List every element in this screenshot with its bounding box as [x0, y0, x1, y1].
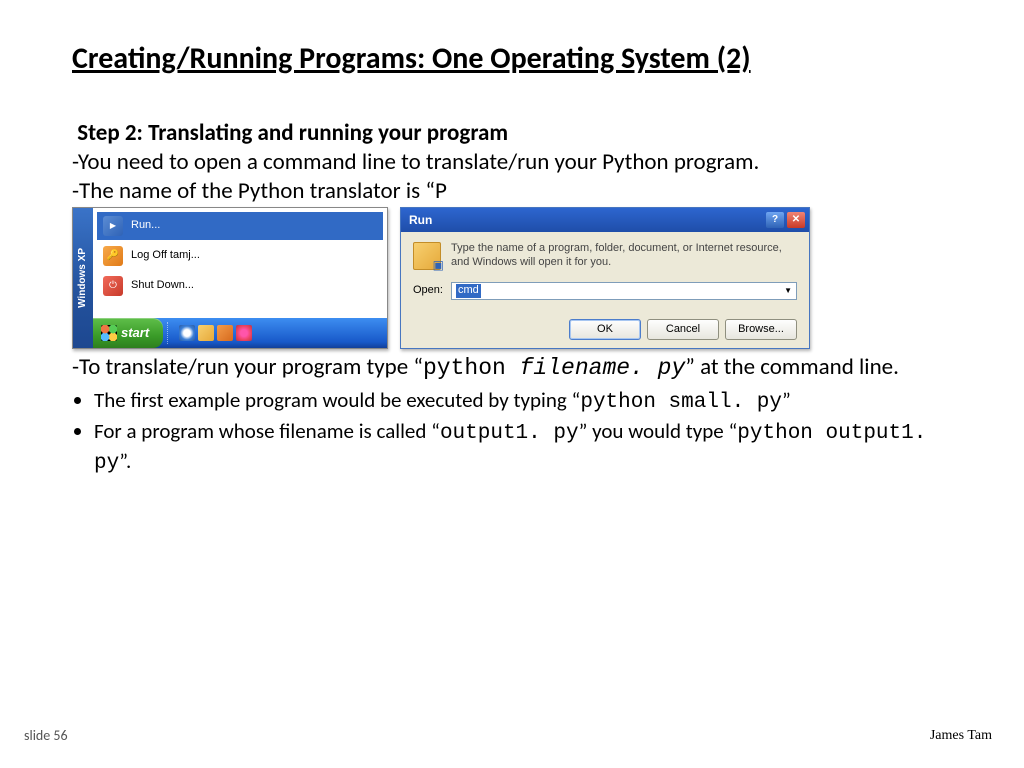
shutdown-icon: [103, 276, 123, 296]
browse-button[interactable]: Browse...: [725, 319, 797, 340]
quick-launch: [175, 325, 256, 341]
run-icon: [103, 216, 123, 236]
body-content: Step 2: Translating and running your pro…: [72, 119, 952, 477]
menu-label: Log Off tamj...: [131, 249, 200, 263]
open-label: Open:: [413, 284, 443, 298]
menu-label: Shut Down...: [131, 279, 194, 293]
run-dialog-screenshot: Run ? ✕ Type the name of a program, fold…: [400, 207, 810, 349]
author-name: James Tam: [930, 728, 992, 744]
bullet-item: For a program whose filename is called “…: [94, 418, 952, 477]
ie-icon[interactable]: [179, 325, 195, 341]
start-menu-item-run[interactable]: Run...: [97, 212, 383, 240]
app-icon[interactable]: [217, 325, 233, 341]
explorer-icon[interactable]: [198, 325, 214, 341]
cancel-button[interactable]: Cancel: [647, 319, 719, 340]
para-1: -You need to open a command line to tran…: [72, 148, 952, 177]
logoff-icon: [103, 246, 123, 266]
start-menu-screenshot: Windows XP Run... Log Off tamj...: [72, 207, 388, 349]
open-input[interactable]: cmd ▼: [451, 282, 797, 300]
bullet-list: The first example program would be execu…: [72, 387, 952, 477]
help-button[interactable]: ?: [766, 212, 784, 228]
slide-number: slide 56: [24, 727, 68, 744]
run-dialog-titlebar: Run ? ✕: [401, 208, 809, 232]
slide-title: Creating/Running Programs: One Operating…: [72, 40, 952, 77]
para-2: -The name of the Python translator is “P: [72, 177, 952, 206]
screenshot-row: Windows XP Run... Log Off tamj...: [72, 207, 952, 349]
start-button[interactable]: start: [93, 318, 163, 348]
chevron-down-icon[interactable]: ▼: [784, 286, 792, 296]
run-hint-icon: [413, 242, 441, 270]
run-dialog-title: Run: [409, 213, 432, 228]
windows-xp-stripe: Windows XP: [73, 208, 93, 348]
ok-button[interactable]: OK: [569, 319, 641, 340]
firefox-icon[interactable]: [236, 325, 252, 341]
taskbar: start: [93, 318, 387, 348]
start-menu-item-shutdown[interactable]: Shut Down...: [97, 272, 383, 300]
menu-label: Run...: [131, 219, 160, 233]
close-button[interactable]: ✕: [787, 212, 805, 228]
start-menu-item-logoff[interactable]: Log Off tamj...: [97, 242, 383, 270]
run-hint-text: Type the name of a program, folder, docu…: [451, 242, 797, 270]
step-heading: Step 2: Translating and running your pro…: [72, 119, 952, 148]
para-translate: -To translate/run your program type “pyt…: [72, 353, 952, 383]
bullet-item: The first example program would be execu…: [94, 387, 952, 416]
